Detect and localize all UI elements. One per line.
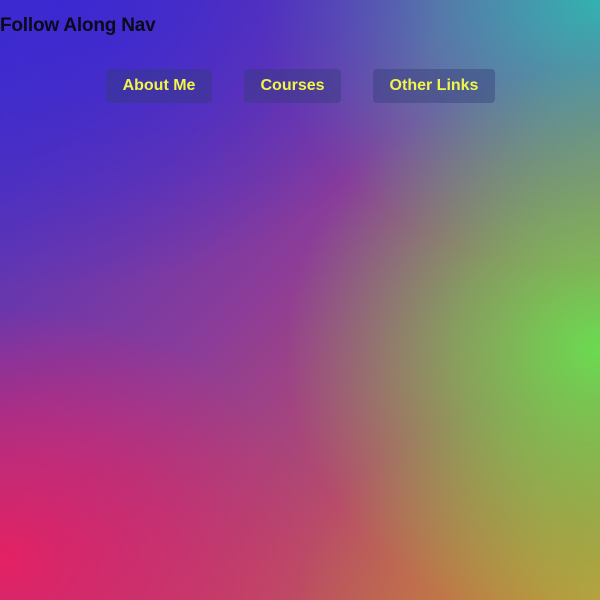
nav-item-other-links[interactable]: Other Links xyxy=(373,69,495,103)
page-title: Follow Along Nav xyxy=(0,15,156,36)
nav-item-about-me[interactable]: About Me xyxy=(106,69,212,103)
top-navigation: About Me Courses Other Links xyxy=(0,69,600,103)
nav-item-courses[interactable]: Courses xyxy=(244,69,341,103)
